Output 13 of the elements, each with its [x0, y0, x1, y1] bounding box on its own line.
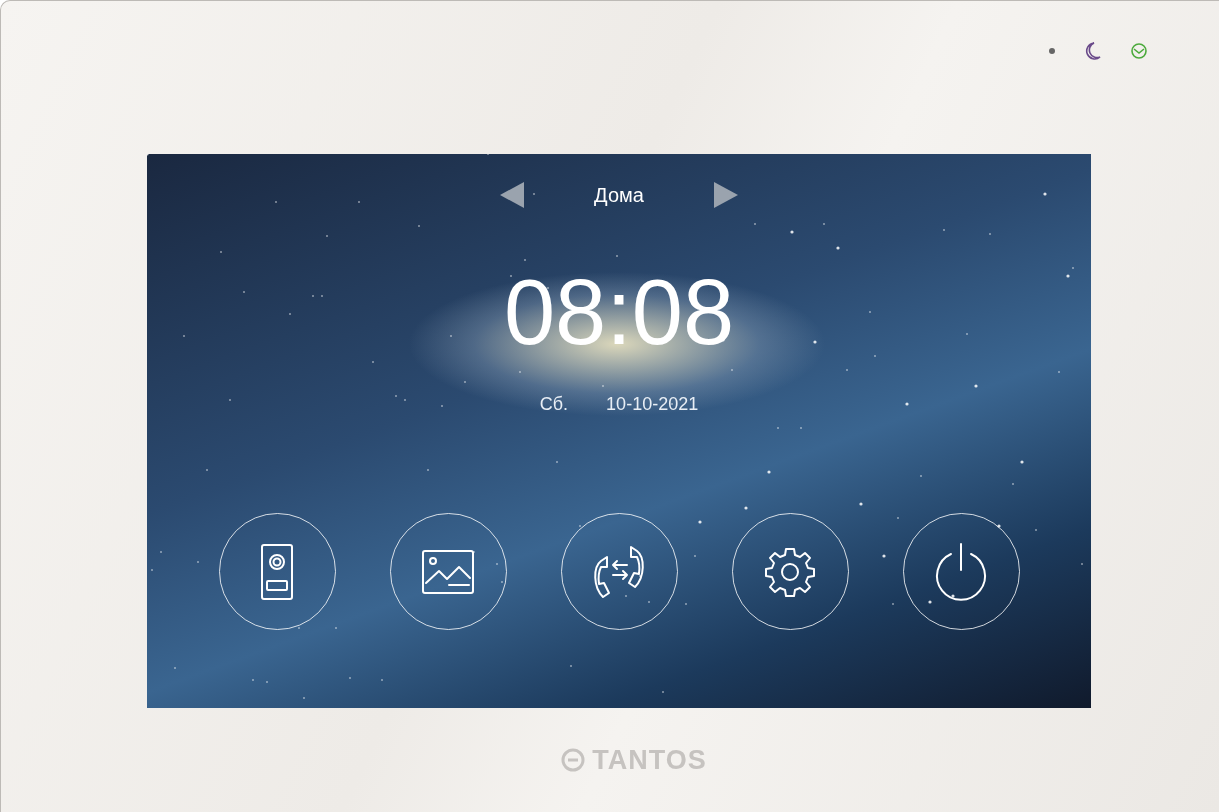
logo-icon [560, 747, 587, 773]
door-station-icon [260, 542, 294, 601]
location-label: Дома [594, 183, 644, 207]
moon-icon [1085, 42, 1101, 60]
right-triangle-icon[interactable] [713, 182, 738, 208]
settings-icon [764, 545, 816, 598]
picture-icon [421, 548, 475, 595]
clock-time: 08:08 [503, 266, 735, 358]
date-label: 10-10-2021 [606, 394, 699, 415]
dot-icon [1049, 48, 1055, 54]
weekday-label: Сб. [539, 394, 569, 415]
power-icon [933, 541, 989, 602]
left-triangle-icon[interactable] [500, 182, 525, 208]
